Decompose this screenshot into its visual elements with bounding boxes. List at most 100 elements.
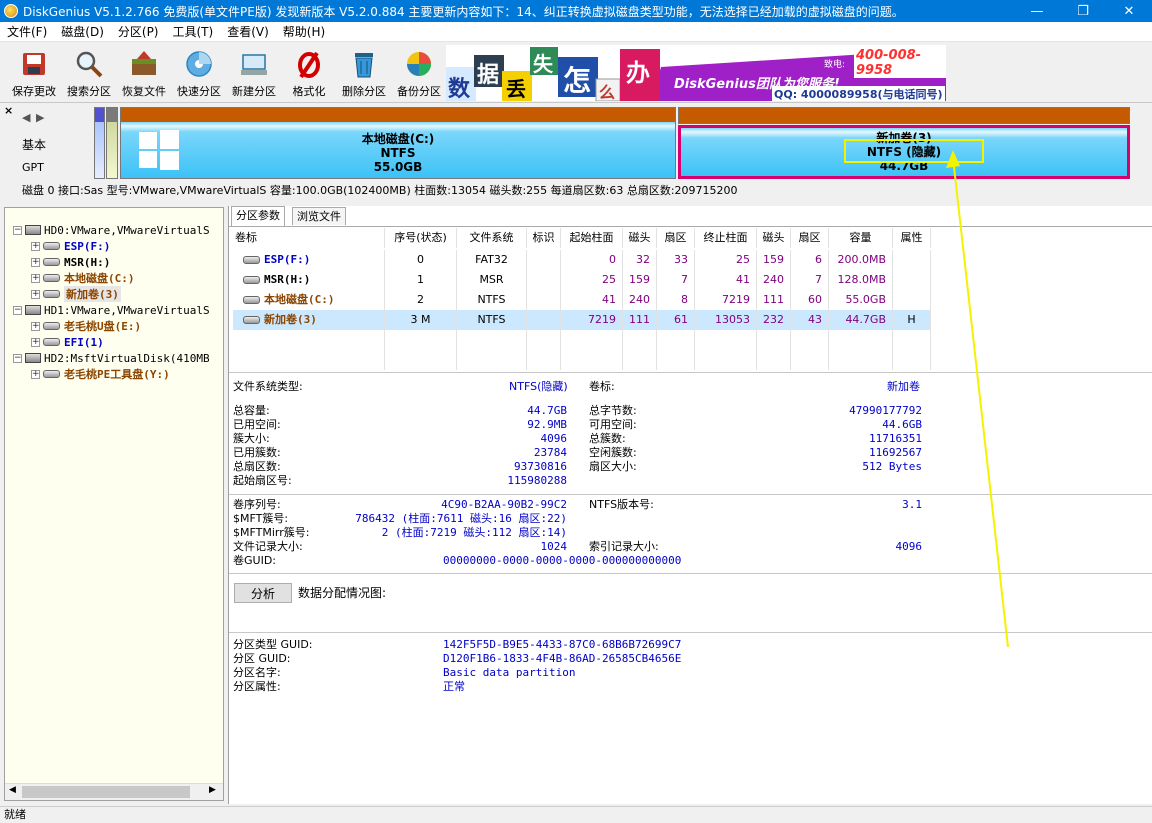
menu-help[interactable]: 帮助(H) xyxy=(276,22,332,42)
menu-bar: 文件(F) 磁盘(D) 分区(P) 工具(T) 查看(V) 帮助(H) xyxy=(0,22,1152,42)
restore-button[interactable]: ❐ xyxy=(1060,0,1106,22)
analyze-button[interactable]: 分析 xyxy=(234,583,292,603)
column-header[interactable]: 容量 xyxy=(829,228,893,248)
disk-info-bar: 磁盘 0 接口:Sas 型号:VMware,VMwareVirtualS 容量:… xyxy=(22,184,738,197)
table-cell: NTFS xyxy=(457,310,527,330)
column-header[interactable]: 磁头 xyxy=(757,228,791,248)
new-partition-button[interactable]: 新建分区 xyxy=(229,45,279,99)
tree-horizontal-scrollbar[interactable]: ◀ ▶ xyxy=(5,783,223,800)
table-cell xyxy=(527,270,561,290)
disk-tree: − HD0:VMware,VMwareVirtualS + ESP(F:) + MSR(H… xyxy=(4,207,224,801)
search-partition-button[interactable]: 搜索分区 xyxy=(64,45,114,99)
table-row[interactable]: 新加卷(3) 3 M NTFS 7219 111 61 13053 232 43 44.7GB H xyxy=(233,310,931,330)
cell-volume: ESP(F:) xyxy=(233,250,385,270)
next-disk-icon[interactable]: ▶ xyxy=(36,111,44,124)
column-header[interactable]: 扇区 xyxy=(657,228,695,248)
table-cell: 61 xyxy=(657,310,695,330)
column-header[interactable]: 序号(状态) xyxy=(385,228,457,248)
empty-cell xyxy=(233,350,385,370)
column-header[interactable]: 标识 xyxy=(527,228,561,248)
expand-icon[interactable]: + xyxy=(31,257,40,267)
table-cell: MSR xyxy=(457,270,527,290)
table-cell: 6 xyxy=(791,250,829,270)
table-cell: 7219 xyxy=(561,310,623,330)
info-value: D120F1B6-1833-4F4B-86AD-26585CB4656E xyxy=(443,652,682,665)
tab-browse-files[interactable]: 浏览文件 xyxy=(292,207,346,225)
info-label: 空闲簇数: xyxy=(589,446,637,459)
empty-cell xyxy=(457,330,527,350)
column-header[interactable]: 扇区 xyxy=(791,228,829,248)
info-value: 142F5F5D-B9E5-4433-87C0-68B6B72699C7 xyxy=(443,638,682,651)
tab-partition-params[interactable]: 分区参数 xyxy=(231,206,285,226)
partition-c-block[interactable]: 本地磁盘(C:) NTFS 55.0GB xyxy=(120,107,676,179)
empty-cell xyxy=(893,350,931,370)
info-value: 23784 xyxy=(533,446,567,459)
table-row[interactable]: ESP(F:) 0 FAT32 0 32 33 25 159 6 200.0MB xyxy=(233,250,931,270)
table-cell: 240 xyxy=(757,270,791,290)
expand-icon[interactable]: + xyxy=(31,321,40,331)
collapse-icon[interactable]: − xyxy=(13,225,22,235)
format-button[interactable]: 格式化 xyxy=(284,45,334,99)
collapse-icon[interactable]: − xyxy=(13,305,22,315)
column-header[interactable]: 文件系统 xyxy=(457,228,527,248)
column-header[interactable]: 属性 xyxy=(893,228,931,248)
partition-new-volume-block[interactable]: 新加卷(3) NTFS (隐藏) 44.7GB xyxy=(678,125,1130,179)
tree-disk-node[interactable]: − HD1:VMware,VMwareVirtualS xyxy=(13,302,210,318)
tree-partition-node[interactable]: + 老毛桃U盘(E:) xyxy=(31,318,141,334)
partition-esp-block[interactable] xyxy=(94,107,105,179)
column-header[interactable]: 终止柱面 xyxy=(695,228,757,248)
tree-disk-node[interactable]: − HD2:MsftVirtualDisk(410MB xyxy=(13,350,210,366)
info-label: $MFT簇号: xyxy=(233,512,289,525)
empty-cell xyxy=(757,330,791,350)
table-row[interactable]: 本地磁盘(C:) 2 NTFS 41 240 8 7219 111 60 55.0GB xyxy=(233,290,931,310)
scroll-left-icon[interactable]: ◀ xyxy=(9,785,16,795)
save-changes-button[interactable]: 保存更改 xyxy=(9,45,59,99)
menu-view[interactable]: 查看(V) xyxy=(220,22,276,42)
tree-partition-node[interactable]: + ESP(F:) xyxy=(31,238,110,254)
expand-icon[interactable]: + xyxy=(31,289,40,299)
column-header[interactable]: 磁头 xyxy=(623,228,657,248)
column-header[interactable]: 卷标 xyxy=(233,228,385,248)
table-cell: 111 xyxy=(623,310,657,330)
expand-icon[interactable]: + xyxy=(31,369,40,379)
tree-disk-node[interactable]: − HD0:VMware,VMwareVirtualS xyxy=(13,222,210,238)
menu-file[interactable]: 文件(F) xyxy=(0,22,54,42)
info-label: 可用空间: xyxy=(589,418,637,431)
table-cell: 0 xyxy=(561,250,623,270)
quick-partition-button[interactable]: 快速分区 xyxy=(174,45,224,99)
close-disk-map-icon[interactable]: × xyxy=(4,104,13,117)
scroll-right-icon[interactable]: ▶ xyxy=(209,785,216,795)
info-label: 已用空间: xyxy=(233,418,281,431)
cell-volume: MSR(H:) xyxy=(233,270,385,290)
column-header[interactable]: 起始柱面 xyxy=(561,228,623,248)
tree-partition-node[interactable]: + 新加卷(3) xyxy=(31,286,121,302)
info-label: 总字节数: xyxy=(589,404,637,417)
menu-tools[interactable]: 工具(T) xyxy=(166,22,221,42)
backup-partition-button[interactable]: 备份分区 xyxy=(394,45,444,99)
tree-partition-node[interactable]: + 老毛桃PE工具盘(Y:) xyxy=(31,366,170,382)
tree-partition-node[interactable]: + MSR(H:) xyxy=(31,254,110,270)
close-button[interactable]: ✕ xyxy=(1106,0,1152,22)
menu-disk[interactable]: 磁盘(D) xyxy=(54,22,111,42)
promo-banner[interactable]: 数 据 丢 失 怎 么 办 DiskGenius团队为您服务! 致电: 400-… xyxy=(446,45,946,101)
scroll-thumb[interactable] xyxy=(22,786,190,798)
partition-msr-block[interactable] xyxy=(106,107,118,179)
table-row[interactable]: MSR(H:) 1 MSR 25 159 7 41 240 7 128.0MB xyxy=(233,270,931,290)
tree-partition-node[interactable]: + 本地磁盘(C:) xyxy=(31,270,135,286)
partition-c-size: 55.0GB xyxy=(373,160,423,174)
partition-new-volume-fs: NTFS (隐藏) xyxy=(866,145,942,159)
empty-table-row xyxy=(233,330,931,350)
minimize-button[interactable]: — xyxy=(1014,0,1060,22)
expand-icon[interactable]: + xyxy=(31,273,40,283)
menu-partition[interactable]: 分区(P) xyxy=(111,22,166,42)
quick-partition-icon xyxy=(184,49,214,78)
delete-partition-button[interactable]: 删除分区 xyxy=(339,45,389,99)
recover-files-button[interactable]: 恢复文件 xyxy=(119,45,169,99)
expand-icon[interactable]: + xyxy=(31,337,40,347)
partition-icon xyxy=(43,258,60,266)
prev-disk-icon[interactable]: ◀ xyxy=(22,111,30,124)
tree-partition-node[interactable]: + EFI(1) xyxy=(31,334,104,350)
tree-node-label: 老毛桃PE工具盘(Y:) xyxy=(64,368,170,381)
expand-icon[interactable]: + xyxy=(31,241,40,251)
collapse-icon[interactable]: − xyxy=(13,353,22,363)
